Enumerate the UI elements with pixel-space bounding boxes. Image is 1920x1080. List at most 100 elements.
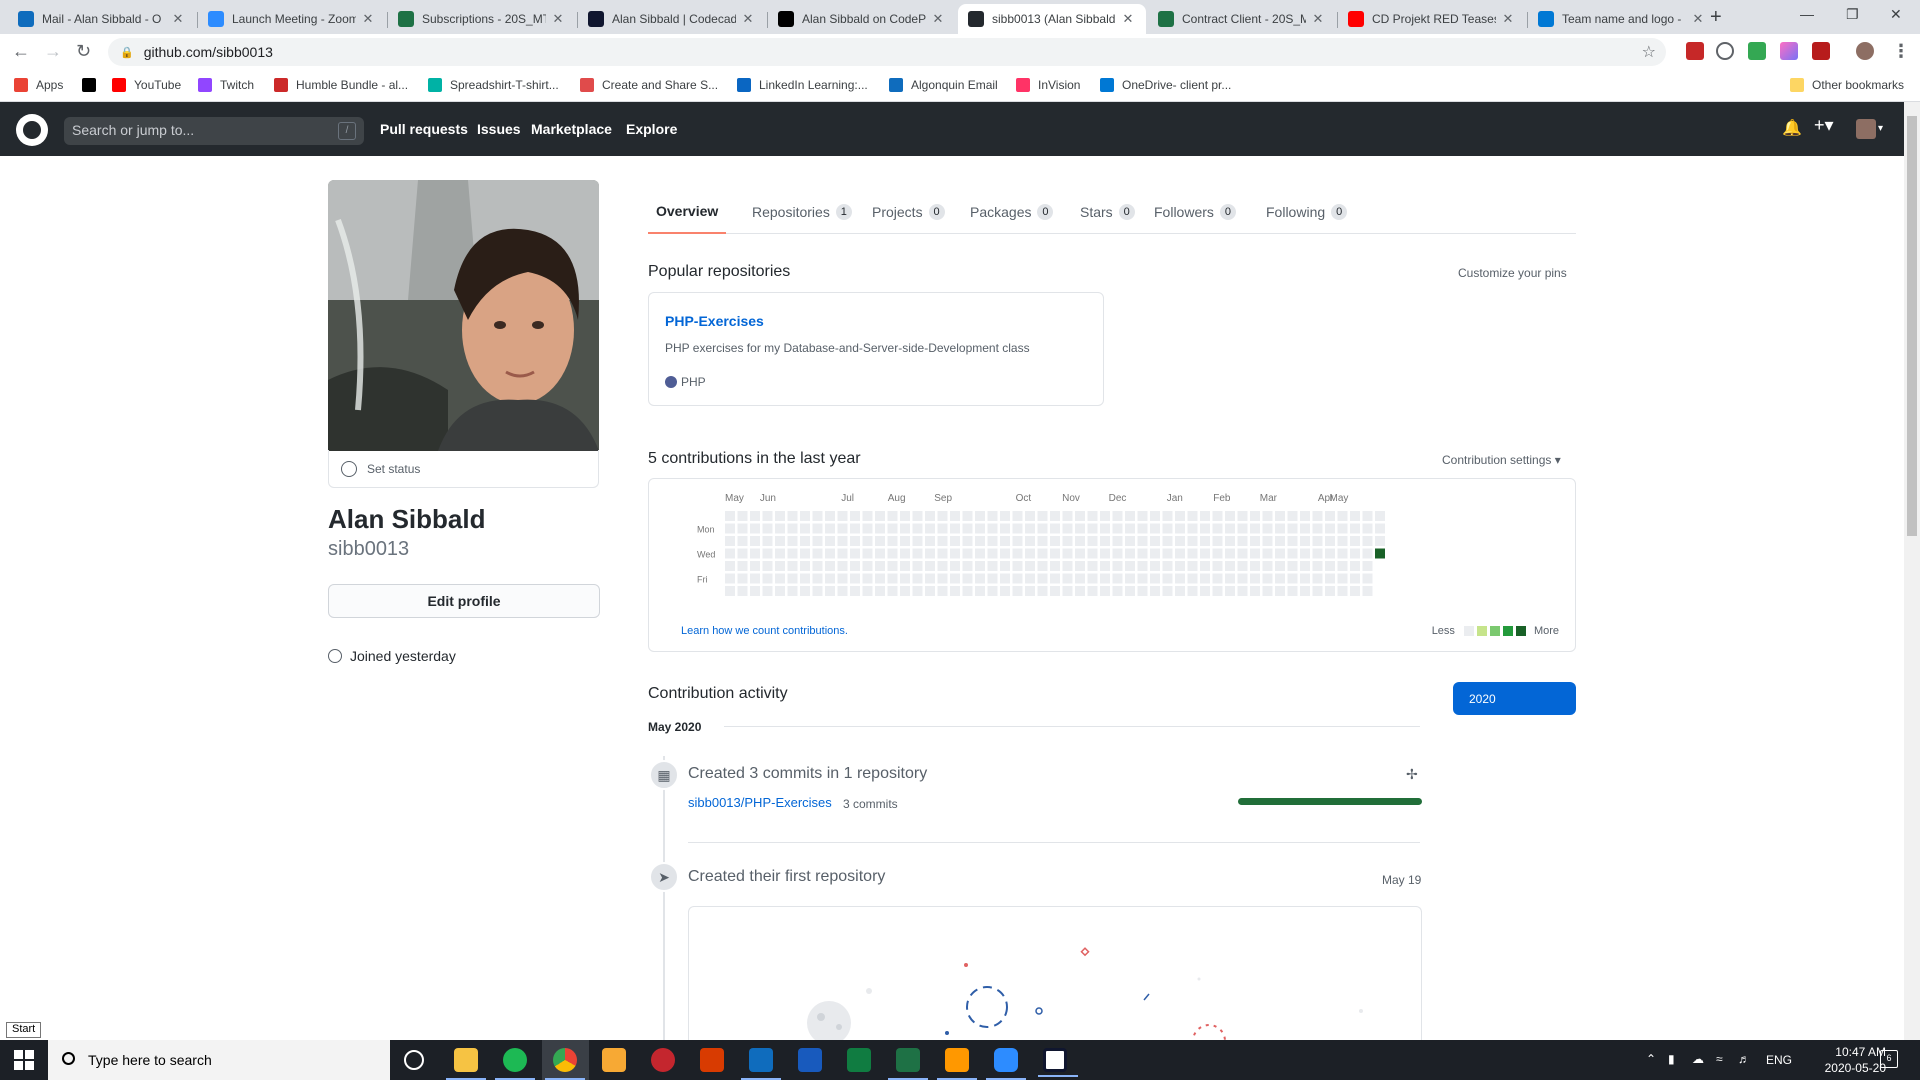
contribution-day[interactable]: [1112, 523, 1123, 534]
contribution-day[interactable]: [1112, 586, 1123, 596]
contribution-day[interactable]: [875, 548, 885, 559]
contribution-day[interactable]: [1162, 573, 1173, 584]
contribution-day[interactable]: [800, 573, 810, 584]
bookmark-item[interactable]: Humble Bundle - al...: [274, 78, 408, 92]
contribution-day[interactable]: [987, 536, 998, 546]
contribution-day[interactable]: [1212, 523, 1223, 534]
commit-repo-link[interactable]: sibb0013/PHP-Exercises: [688, 795, 832, 810]
contribution-day[interactable]: [887, 511, 898, 521]
profile-tab-repositories[interactable]: Repositories 1: [744, 190, 860, 234]
contribution-day[interactable]: [912, 511, 923, 521]
contribution-day[interactable]: [850, 586, 860, 596]
contribution-day[interactable]: [825, 586, 835, 596]
contribution-day[interactable]: [862, 511, 873, 521]
contribution-day[interactable]: [1225, 511, 1235, 521]
contribution-day[interactable]: [1187, 561, 1198, 571]
contribution-day[interactable]: [1200, 523, 1210, 534]
contribution-day[interactable]: [1062, 573, 1073, 584]
browser-tab[interactable]: Alan Sibbald on CodePe ✕: [768, 4, 956, 34]
contribution-day[interactable]: [950, 511, 960, 521]
contribution-day[interactable]: [1200, 573, 1210, 584]
contribution-day[interactable]: [1250, 561, 1260, 571]
contribution-day[interactable]: [1262, 536, 1273, 546]
bookmark-item[interactable]: Create and Share S...: [580, 78, 718, 92]
contribution-day[interactable]: [737, 561, 748, 571]
contribution-day[interactable]: [1212, 586, 1223, 596]
notifications-bell-icon[interactable]: 🔔: [1782, 118, 1802, 138]
contribution-day[interactable]: [1050, 548, 1060, 559]
contribution-day[interactable]: [950, 548, 960, 559]
contribution-day[interactable]: [925, 586, 935, 596]
contribution-day[interactable]: [1212, 573, 1223, 584]
contribution-day[interactable]: [1037, 523, 1048, 534]
contribution-day[interactable]: [1087, 523, 1098, 534]
contribution-day[interactable]: [1000, 511, 1010, 521]
set-status-button[interactable]: Set status: [328, 450, 599, 488]
contribution-day[interactable]: [1237, 573, 1248, 584]
contribution-day[interactable]: [1325, 586, 1335, 596]
contribution-day[interactable]: [1162, 548, 1173, 559]
profile-tab-following[interactable]: Following 0: [1258, 190, 1355, 234]
browser-tab[interactable]: sibb0013 (Alan Sibbald ✕: [958, 4, 1146, 34]
contribution-day[interactable]: [1287, 561, 1298, 571]
contribution-day[interactable]: [850, 573, 860, 584]
close-tab-icon[interactable]: ✕: [1500, 11, 1516, 27]
input-language[interactable]: ENG: [1766, 1053, 1792, 1067]
fold-icon[interactable]: ✢: [1406, 766, 1418, 783]
bookmark-item[interactable]: OneDrive- client pr...: [1100, 78, 1231, 92]
contribution-day[interactable]: [937, 548, 948, 559]
bookmark-item[interactable]: YouTube: [112, 78, 181, 92]
contribution-day[interactable]: [1150, 586, 1160, 596]
contribution-day[interactable]: [1025, 548, 1035, 559]
contribution-day[interactable]: [1025, 561, 1035, 571]
contribution-day[interactable]: [1062, 548, 1073, 559]
contribution-day[interactable]: [1087, 573, 1098, 584]
contribution-day[interactable]: [787, 561, 798, 571]
contribution-day[interactable]: [1300, 523, 1310, 534]
contribution-day[interactable]: [1337, 511, 1348, 521]
contribution-day[interactable]: [1312, 536, 1323, 546]
contribution-day[interactable]: [1337, 586, 1348, 596]
contribution-day[interactable]: [1162, 523, 1173, 534]
contribution-day[interactable]: [812, 573, 823, 584]
contribution-day[interactable]: [875, 536, 885, 546]
contribution-day[interactable]: [1287, 586, 1298, 596]
contribution-day[interactable]: [787, 586, 798, 596]
browser-tab[interactable]: Alan Sibbald | Codecad ✕: [578, 4, 766, 34]
contribution-day[interactable]: [825, 523, 835, 534]
contribution-day[interactable]: [837, 548, 848, 559]
contribution-day[interactable]: [1187, 573, 1198, 584]
contribution-day[interactable]: [1125, 561, 1135, 571]
contribution-day[interactable]: [962, 523, 973, 534]
contribution-day[interactable]: [825, 548, 835, 559]
contribution-day[interactable]: [1112, 511, 1123, 521]
browser-tab[interactable]: Team name and logo - ✕: [1528, 4, 1716, 34]
contribution-day[interactable]: [887, 548, 898, 559]
contribution-day[interactable]: [887, 523, 898, 534]
page-scrollbar[interactable]: [1904, 102, 1920, 1040]
bookmark-item[interactable]: LinkedIn Learning:...: [737, 78, 868, 92]
contribution-day[interactable]: [787, 511, 798, 521]
contribution-day[interactable]: [912, 548, 923, 559]
contribution-day[interactable]: [1125, 536, 1135, 546]
contribution-day[interactable]: [912, 536, 923, 546]
contribution-day[interactable]: [900, 573, 910, 584]
contribution-day[interactable]: [900, 561, 910, 571]
contribution-day[interactable]: [1150, 536, 1160, 546]
github-search-input[interactable]: Search or jump to... /: [64, 117, 364, 145]
contribution-day[interactable]: [1012, 573, 1023, 584]
contribution-day[interactable]: [1225, 523, 1235, 534]
contribution-day[interactable]: [1262, 511, 1273, 521]
back-icon[interactable]: ←: [12, 41, 30, 62]
contribution-day[interactable]: [1162, 511, 1173, 521]
contribution-day[interactable]: [1137, 573, 1148, 584]
contribution-day[interactable]: [725, 511, 735, 521]
contribution-day[interactable]: [950, 536, 960, 546]
contribution-day[interactable]: [725, 536, 735, 546]
contribution-day[interactable]: [975, 561, 985, 571]
profile-tab-overview[interactable]: Overview: [648, 190, 727, 234]
file-explorer-icon[interactable]: [446, 1048, 486, 1080]
contribution-day[interactable]: [737, 511, 748, 521]
contribution-day[interactable]: [1312, 511, 1323, 521]
contribution-day[interactable]: [975, 523, 985, 534]
